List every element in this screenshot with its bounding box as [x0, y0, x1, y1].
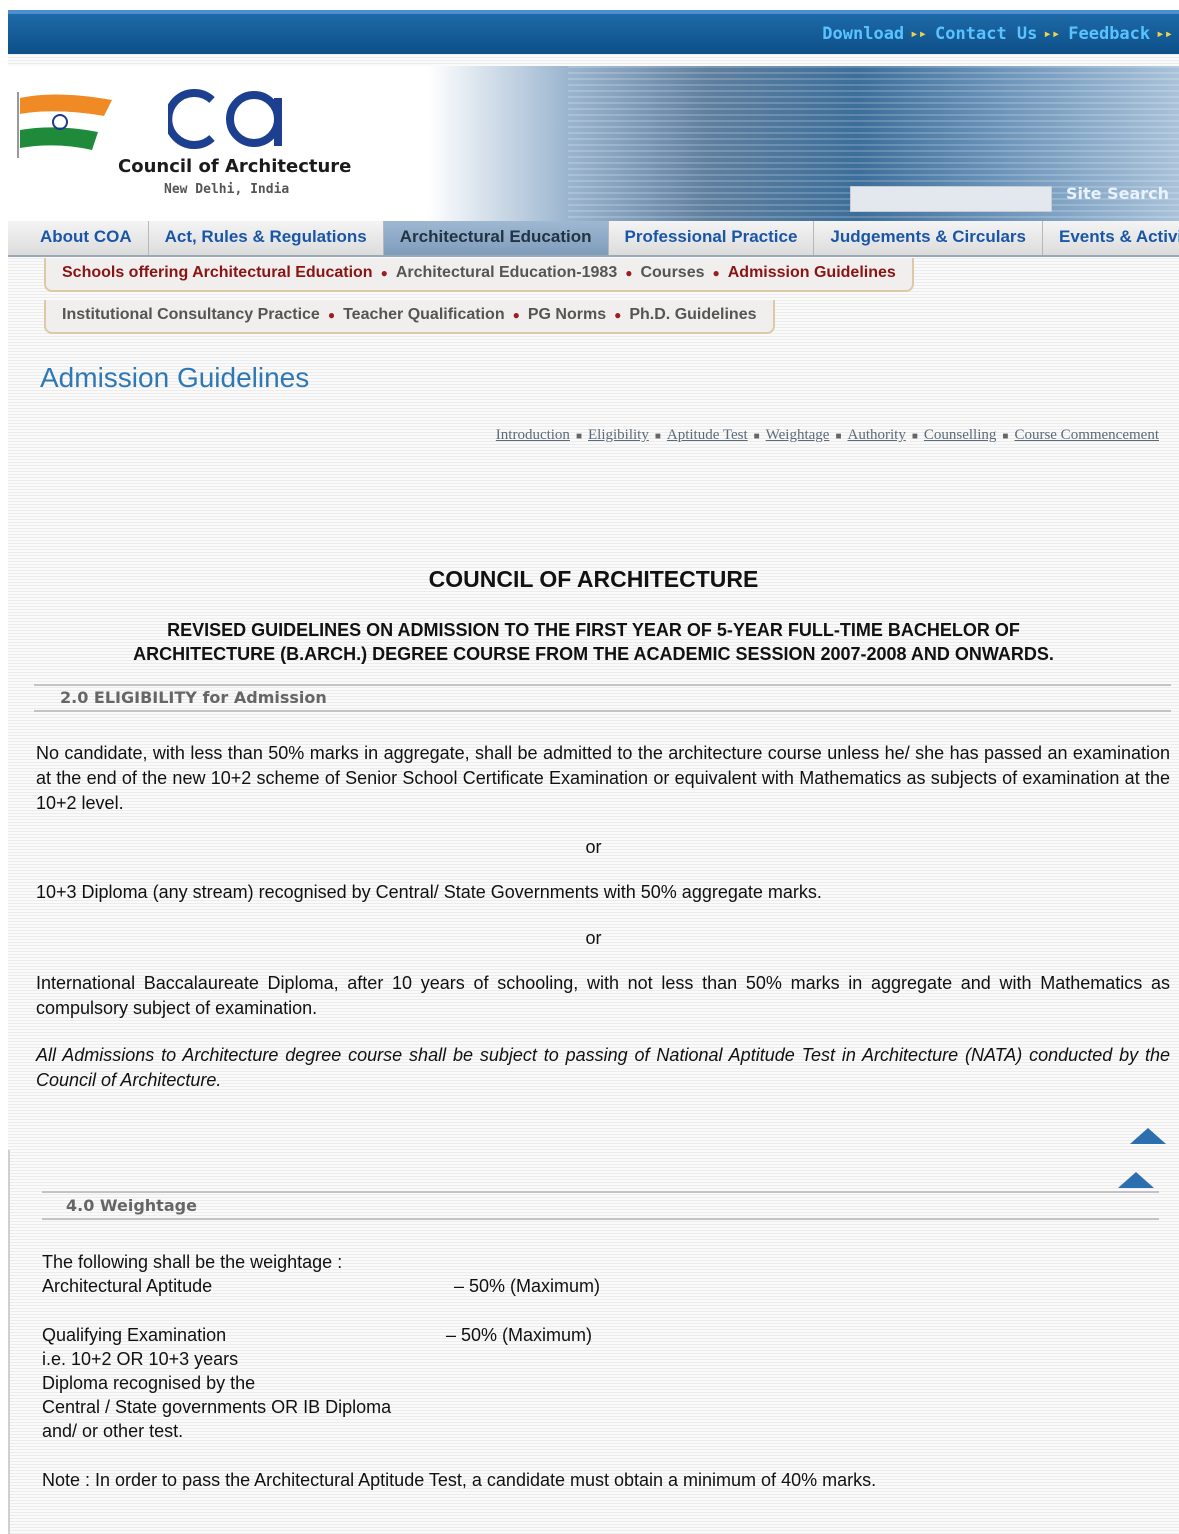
bullet-icon: ● [512, 308, 520, 322]
site-header: Council of Architecture New Delhi, India… [8, 66, 1179, 227]
feedback-link[interactable]: Feedback ▸▸ [1068, 24, 1173, 44]
eligibility-paragraph-2: 10+3 Diploma (any stream) recognised by … [36, 882, 822, 902]
arrow-icon: ▸▸ [910, 26, 928, 42]
subnav-schools[interactable]: Schools offering Architectural Education [62, 264, 373, 281]
page-title: Admission Guidelines [40, 362, 310, 393]
qualifying-detail-line: and/ or other test. [42, 1421, 184, 1441]
contact-us-link[interactable]: Contact Us ▸▸ [935, 24, 1060, 44]
section-divider [42, 1218, 1159, 1220]
site-search-button[interactable]: Site Search [1066, 184, 1169, 203]
download-link[interactable]: Download ▸▸ [822, 24, 927, 44]
section-divider [42, 1191, 1159, 1193]
qualifying-detail-line: Diploma recognised by the [42, 1373, 256, 1393]
section-divider [34, 710, 1171, 712]
bullet-icon: ● [327, 308, 336, 322]
org-city: New Delhi, India [164, 182, 290, 197]
arrow-icon: ▸▸ [1156, 26, 1173, 42]
contact-us-link-label: Contact Us [935, 24, 1038, 44]
site-search-input[interactable] [850, 186, 1052, 212]
nav-tab-professional-practice[interactable]: Professional Practice [609, 221, 815, 255]
subnav-teacher-qualification[interactable]: Teacher Qualification [343, 306, 505, 323]
section-link-counselling[interactable]: Counselling [924, 427, 997, 443]
subnav-admission-guidelines[interactable]: Admission Guidelines [728, 264, 896, 281]
bullet-icon: ■ [835, 431, 842, 442]
main-nav: About COA Act, Rules & Regulations Archi… [8, 221, 1179, 257]
bullet-icon: ■ [1002, 431, 1009, 442]
document-subtitle: REVISED GUIDELINES ON ADMISSION TO THE F… [48, 618, 1139, 666]
page-background: Download ▸▸ Contact Us ▸▸ Feedback ▸▸ Counc… [8, 10, 1179, 1534]
eligibility-paragraph-1: No candidate, with less than 50% marks i… [36, 743, 1170, 813]
nav-tab-architectural-education[interactable]: Architectural Education [383, 221, 609, 255]
weightage-row-value: – 50% (Maximum) [454, 1276, 601, 1296]
eligibility-heading: 2.0 ELIGIBILITY for Admission [60, 688, 327, 707]
qualifying-detail-line: Central / State governments OR IB Diplom… [42, 1397, 392, 1417]
top-links: Download ▸▸ Contact Us ▸▸ Feedback ▸▸ [822, 24, 1173, 44]
nav-tab-judgements[interactable]: Judgements & Circulars [814, 221, 1043, 255]
bullet-icon: ■ [575, 431, 582, 442]
or-separator: or [585, 928, 602, 948]
section-link-introduction[interactable]: Introduction [496, 427, 570, 443]
subnav-phd-guidelines[interactable]: Ph.D. Guidelines [629, 306, 756, 323]
section-divider [34, 684, 1171, 686]
nav-tab-act-rules[interactable]: Act, Rules & Regulations [149, 221, 384, 255]
nav-tab-events[interactable]: Events & Activities [1043, 221, 1179, 255]
subnav-institutional-consultancy[interactable]: Institutional Consultancy Practice [62, 306, 320, 323]
india-flag-icon [17, 92, 112, 158]
eligibility-paragraph-3: International Baccalaureate Diploma, aft… [36, 973, 1170, 1018]
bullet-icon: ● [625, 266, 633, 280]
bullet-icon: ● [614, 308, 622, 322]
nav-tab-about-coa[interactable]: About COA [8, 221, 149, 255]
download-link-label: Download [822, 24, 905, 44]
eligibility-nata-note: All Admissions to Architecture degree co… [36, 1045, 1170, 1090]
section-links: Introduction ■ Eligibility ■ Aptitude Test ■ W… [496, 427, 1159, 444]
weightage-note: Note : In order to pass the Architectura… [42, 1470, 877, 1490]
sub-nav-row-2: Institutional Consultancy Practice ● Teach… [44, 300, 775, 334]
sub-nav-row-1: Schools offering Architectural Education… [44, 258, 914, 292]
top-utility-bar: Download ▸▸ Contact Us ▸▸ Feedback ▸▸ [8, 10, 1179, 54]
bullet-icon: ● [380, 266, 388, 280]
bullet-icon: ■ [654, 431, 661, 442]
section-link-aptitude-test[interactable]: Aptitude Test [667, 427, 748, 443]
back-to-top-icon[interactable] [1118, 1172, 1154, 1188]
weightage-row-label: Qualifying Examination [42, 1325, 227, 1345]
section-link-weightage[interactable]: Weightage [766, 427, 830, 443]
section-link-authority[interactable]: Authority [847, 427, 905, 443]
bullet-icon: ■ [753, 431, 760, 442]
content-left-border [8, 1150, 10, 1534]
subnav-arch-education-1983[interactable]: Architectural Education-1983 [396, 264, 617, 281]
document-subtitle-line-1: REVISED GUIDELINES ON ADMISSION TO THE F… [167, 620, 1020, 640]
bullet-icon: ● [712, 266, 720, 280]
bullet-icon: ■ [911, 431, 918, 442]
document-org-heading: COUNCIL OF ARCHITECTURE [428, 566, 759, 592]
section-link-eligibility[interactable]: Eligibility [588, 427, 649, 443]
section-link-course-commencement[interactable]: Course Commencement [1014, 427, 1159, 443]
or-separator: or [585, 837, 602, 857]
weightage-row-label: Architectural Aptitude [42, 1276, 213, 1296]
subnav-courses[interactable]: Courses [640, 264, 704, 281]
back-to-top-icon[interactable] [1130, 1128, 1166, 1144]
feedback-link-label: Feedback [1068, 24, 1151, 44]
subnav-pg-norms[interactable]: PG Norms [528, 306, 606, 323]
weightage-heading: 4.0 Weightage [66, 1196, 197, 1215]
coa-logo-icon [168, 89, 282, 149]
arrow-icon: ▸▸ [1043, 26, 1061, 42]
weightage-intro: The following shall be the weightage : [42, 1252, 343, 1272]
document-subtitle-line-2: ARCHITECTURE (B.ARCH.) DEGREE COURSE FRO… [133, 644, 1054, 664]
org-name: Council of Architecture [118, 156, 352, 177]
weightage-row-value: – 50% (Maximum) [446, 1325, 593, 1345]
qualifying-detail-line: i.e. 10+2 OR 10+3 years [42, 1349, 239, 1369]
